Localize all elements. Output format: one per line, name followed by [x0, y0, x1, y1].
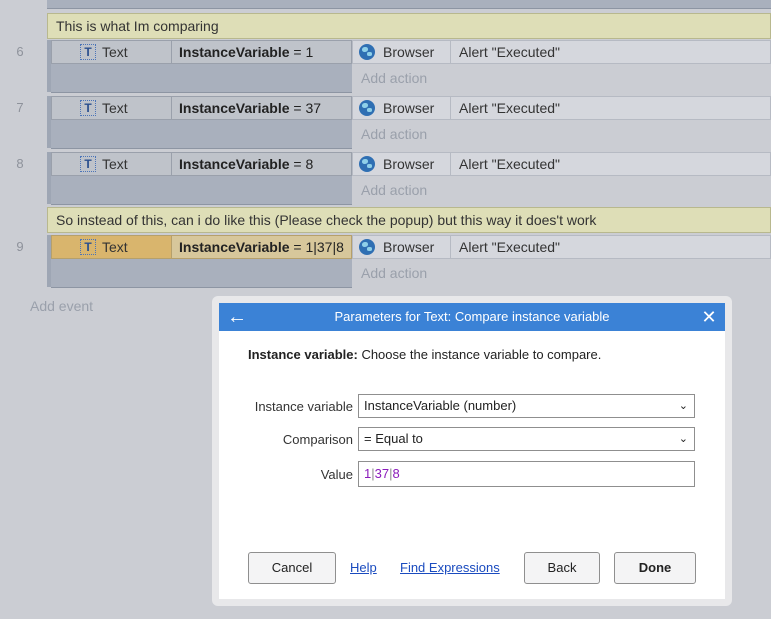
divider: [450, 153, 451, 175]
add-action-link[interactable]: Add action: [361, 64, 427, 92]
event-block[interactable]: T Text InstanceVariable = 8 Browser Aler…: [47, 152, 771, 205]
done-button[interactable]: Done: [614, 552, 696, 584]
action-object: Browser: [383, 239, 435, 255]
condition-value: = 1|37|8: [289, 239, 344, 255]
globe-icon: [359, 239, 375, 255]
chevron-down-icon: ⌄: [678, 433, 688, 445]
previous-event-strip: [47, 0, 771, 9]
comparison-label: Comparison: [282, 432, 353, 447]
event-body: [51, 259, 352, 288]
action-text: Alert "Executed": [459, 239, 560, 255]
condition-selected[interactable]: T Text InstanceVariable = 1|37|8: [51, 235, 352, 259]
event-block-selected[interactable]: T Text InstanceVariable = 1|37|8 Browser…: [47, 235, 771, 288]
parameter-name: Instance variable:: [248, 347, 358, 362]
globe-icon: [359, 100, 375, 116]
select-value: InstanceVariable (number): [364, 398, 517, 413]
text-object-icon: T: [80, 100, 96, 116]
add-event-link[interactable]: Add event: [30, 298, 93, 314]
condition-variable: InstanceVariable: [179, 44, 290, 60]
add-action-link[interactable]: Add action: [361, 176, 427, 204]
action[interactable]: Browser Alert "Executed": [352, 235, 771, 259]
condition-value: = 8: [289, 156, 314, 172]
condition-object: T Text: [52, 153, 172, 175]
event-body: [51, 120, 352, 149]
row-number: 6: [16, 44, 24, 59]
comment-row[interactable]: This is what Im comparing: [47, 13, 771, 39]
chevron-down-icon: ⌄: [678, 400, 688, 412]
condition-text: InstanceVariable = 1|37|8: [179, 236, 344, 258]
back-button[interactable]: Back: [524, 552, 600, 584]
condition[interactable]: T Text InstanceVariable = 37: [51, 96, 352, 120]
text-object-icon: T: [80, 156, 96, 172]
condition-value: = 37: [289, 100, 322, 116]
row-number: 9: [16, 239, 24, 254]
action-object: Browser: [383, 44, 435, 60]
comment-row[interactable]: So instead of this, can i do like this (…: [47, 207, 771, 233]
action[interactable]: Browser Alert "Executed": [352, 40, 771, 64]
row-number: 7: [16, 100, 24, 115]
event-block[interactable]: T Text InstanceVariable = 1 Browser Aler…: [47, 40, 771, 93]
value-label: Value: [320, 467, 353, 482]
action[interactable]: Browser Alert "Executed": [352, 152, 771, 176]
comparison-select[interactable]: = Equal to ⌄: [358, 427, 695, 451]
action-object: Browser: [383, 156, 435, 172]
parameter-description: Instance variable: Choose the instance v…: [248, 347, 601, 362]
instance-variable-label: Instance variable: [254, 399, 353, 414]
event-block[interactable]: T Text InstanceVariable = 37 Browser Ale…: [47, 96, 771, 149]
parameter-help: Choose the instance variable to compare.: [357, 347, 602, 362]
event-body: [51, 64, 352, 93]
help-link[interactable]: Help: [350, 560, 377, 575]
parameters-dialog: Parameters for Text: Compare instance va…: [219, 303, 725, 599]
value-part: 37: [374, 466, 390, 481]
condition[interactable]: T Text InstanceVariable = 1: [51, 40, 352, 64]
text-object-icon: T: [80, 239, 96, 255]
find-expressions-link[interactable]: Find Expressions: [400, 560, 500, 575]
add-action-link[interactable]: Add action: [361, 259, 427, 287]
action-text: Alert "Executed": [459, 156, 560, 172]
dialog-header: Parameters for Text: Compare instance va…: [219, 303, 725, 331]
action-text: Alert "Executed": [459, 44, 560, 60]
dialog-title: Parameters for Text: Compare instance va…: [334, 309, 610, 324]
condition-object: T Text: [52, 236, 172, 258]
divider: [450, 97, 451, 119]
row-number: 8: [16, 156, 24, 171]
condition[interactable]: T Text InstanceVariable = 8: [51, 152, 352, 176]
event-body: [51, 176, 352, 205]
object-name: Text: [102, 156, 128, 172]
condition-value: = 1: [289, 44, 314, 60]
condition-object: T Text: [52, 97, 172, 119]
divider: [450, 41, 451, 63]
action[interactable]: Browser Alert "Executed": [352, 96, 771, 120]
object-name: Text: [102, 44, 128, 60]
condition-variable: InstanceVariable: [179, 156, 290, 172]
instance-variable-select[interactable]: InstanceVariable (number) ⌄: [358, 394, 695, 418]
globe-icon: [359, 44, 375, 60]
action-object: Browser: [383, 100, 435, 116]
text-object-icon: T: [80, 44, 96, 60]
divider: [450, 236, 451, 258]
condition-variable: InstanceVariable: [179, 239, 290, 255]
object-name: Text: [102, 100, 128, 116]
condition-text: InstanceVariable = 37: [179, 97, 321, 119]
value-part: 8: [392, 466, 400, 481]
value-input[interactable]: 1|37|8: [358, 461, 695, 487]
close-icon[interactable]: ✕: [701, 303, 717, 331]
action-text: Alert "Executed": [459, 100, 560, 116]
condition-object: T Text: [52, 41, 172, 63]
cancel-button[interactable]: Cancel: [248, 552, 336, 584]
add-action-link[interactable]: Add action: [361, 120, 427, 148]
select-value: = Equal to: [364, 431, 423, 446]
condition-text: InstanceVariable = 8: [179, 153, 313, 175]
arrow-left-icon[interactable]: ←: [227, 303, 247, 331]
object-name: Text: [102, 239, 128, 255]
globe-icon: [359, 156, 375, 172]
condition-variable: InstanceVariable: [179, 100, 290, 116]
condition-text: InstanceVariable = 1: [179, 41, 313, 63]
